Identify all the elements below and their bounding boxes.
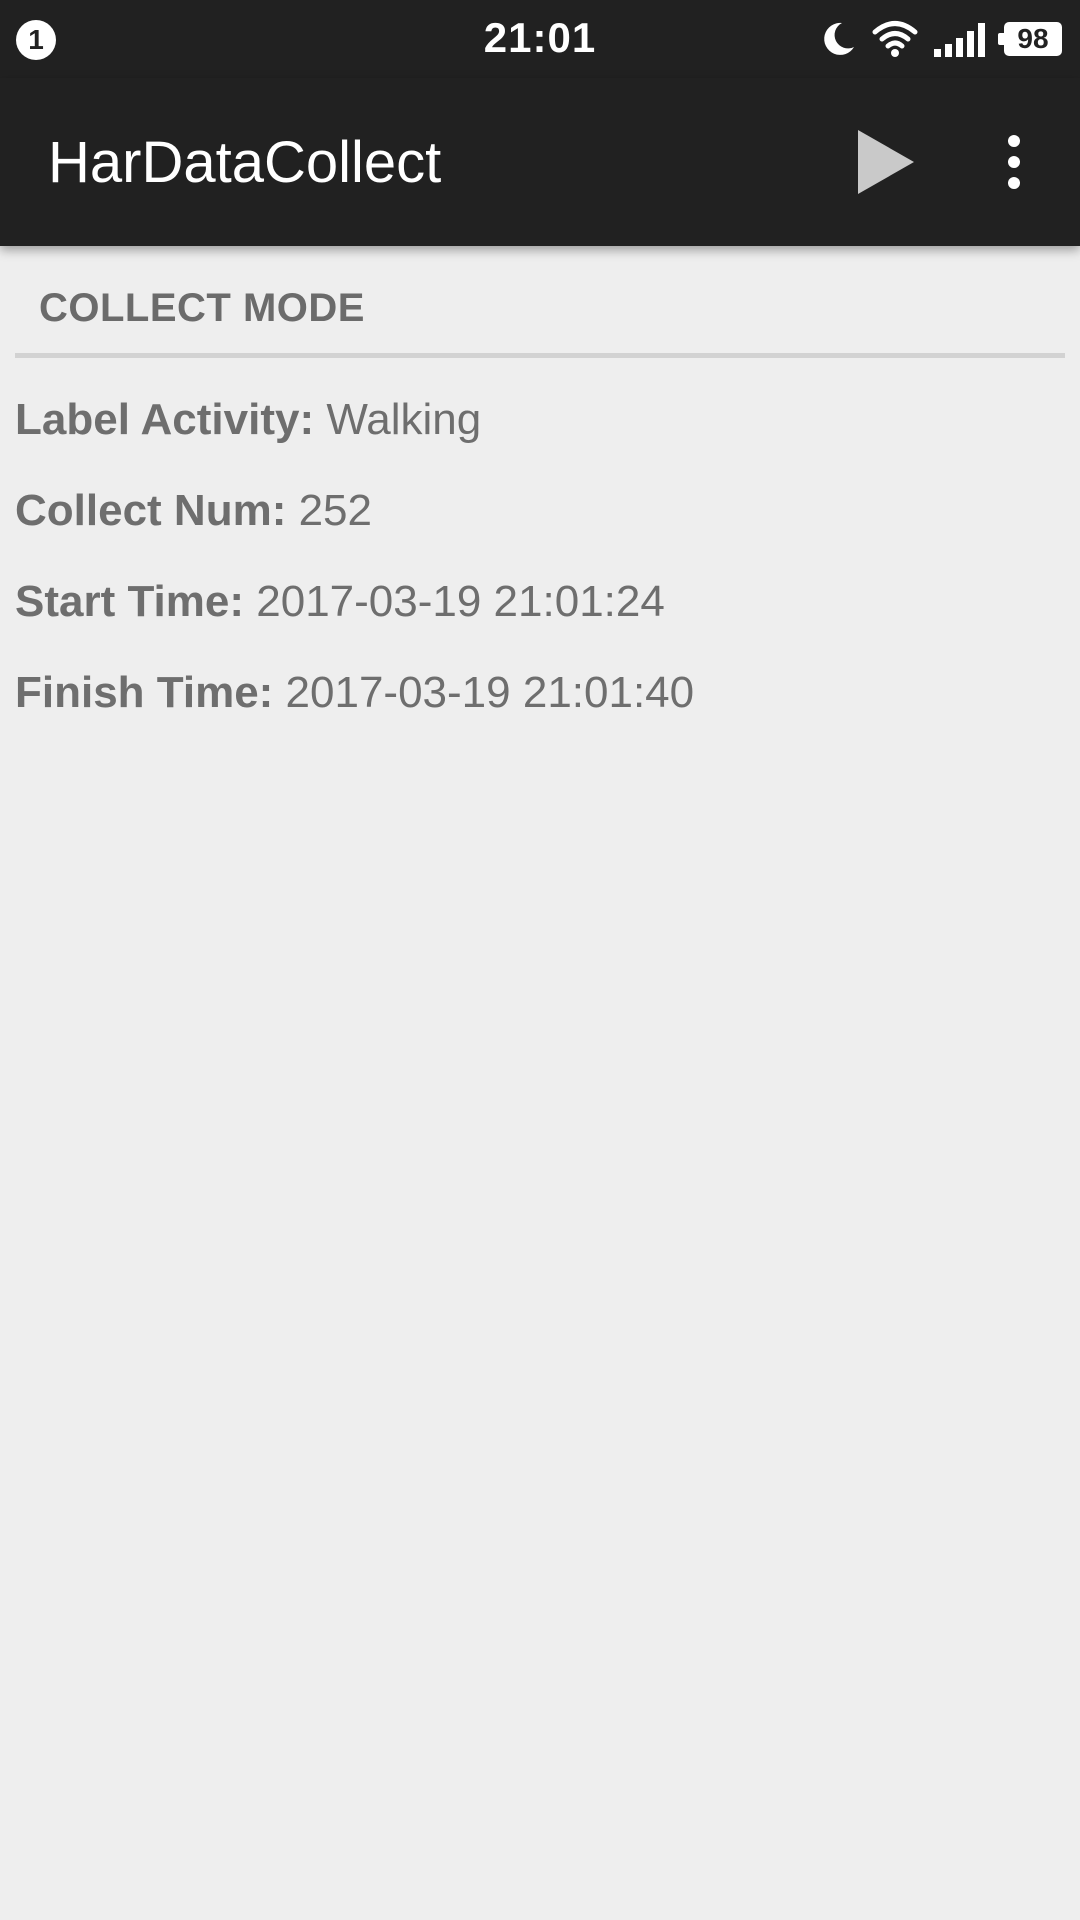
play-icon	[858, 130, 914, 194]
collect-num-label: Collect Num:	[15, 486, 287, 535]
info-row-start-time: Start Time: 2017-03-19 21:01:24	[15, 556, 1080, 647]
info-row-label-activity: Label Activity: Walking	[15, 374, 1080, 465]
finish-time-label: Finish Time:	[15, 668, 274, 717]
finish-time-value: 2017-03-19 21:01:40	[273, 668, 695, 717]
more-vert-icon	[1008, 135, 1020, 189]
label-activity-value: Walking	[314, 395, 482, 444]
content: COLLECT MODE Label Activity: Walking Col…	[0, 246, 1080, 738]
label-activity-label: Label Activity:	[15, 395, 315, 444]
status-bar: 1 21:01 98	[0, 0, 1080, 78]
status-icons: 98	[818, 16, 1062, 62]
battery-icon: 98	[998, 22, 1062, 56]
info-row-collect-num: Collect Num: 252	[15, 465, 1080, 556]
collect-num-value: 252	[286, 486, 372, 535]
do-not-disturb-moon-icon	[818, 19, 858, 59]
info-list: Label Activity: Walking Collect Num: 252…	[0, 374, 1080, 738]
screen: 1 21:01 98 HarDataCollect COLLECT MODE L…	[0, 0, 1080, 1920]
app-bar: HarDataCollect	[0, 78, 1080, 246]
info-row-finish-time: Finish Time: 2017-03-19 21:01:40	[15, 647, 1080, 738]
overflow-menu-button[interactable]	[982, 122, 1046, 202]
start-time-value: 2017-03-19 21:01:24	[244, 577, 665, 626]
section-header-collect-mode: COLLECT MODE	[15, 286, 1065, 358]
play-button[interactable]	[846, 122, 926, 202]
start-time-label: Start Time:	[15, 577, 245, 626]
cell-signal-icon	[932, 19, 990, 59]
wifi-icon	[872, 19, 918, 59]
app-title: HarDataCollect	[48, 130, 442, 195]
